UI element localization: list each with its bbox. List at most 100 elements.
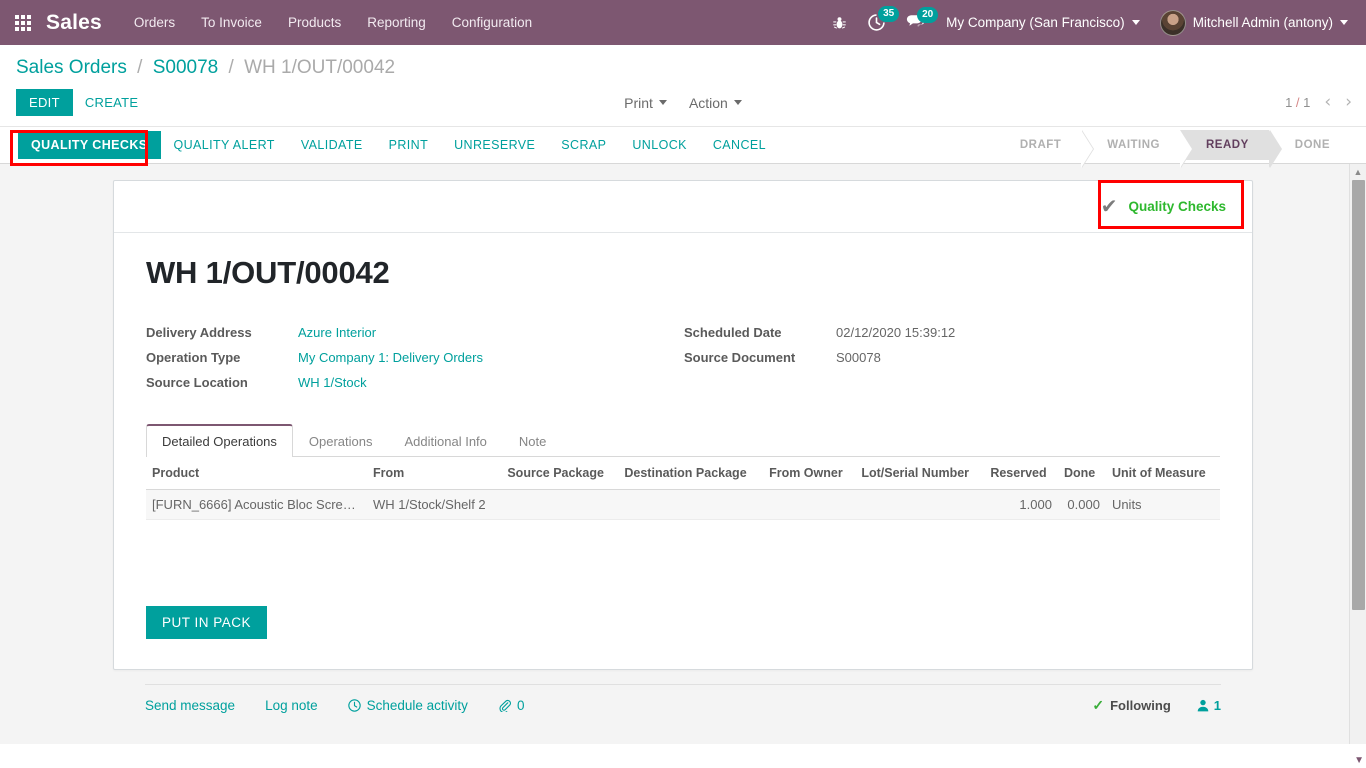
value-delivery-address[interactable]: Azure Interior bbox=[298, 325, 684, 340]
status-pipeline: DRAFT WAITING READY DONE bbox=[999, 127, 1366, 168]
scrap-button[interactable]: SCRAP bbox=[548, 131, 619, 159]
quality-checks-stat-button[interactable]: ✔ Quality Checks bbox=[1089, 191, 1238, 223]
quality-alert-button[interactable]: QUALITY ALERT bbox=[161, 131, 288, 159]
stage-waiting[interactable]: WAITING bbox=[1081, 130, 1193, 168]
following-button[interactable]: ✓ Following bbox=[1092, 697, 1170, 714]
chevron-left-icon[interactable]: ‹ bbox=[1324, 94, 1331, 111]
stage-ready[interactable]: READY bbox=[1180, 130, 1282, 168]
breadcrumb-item-s00078[interactable]: S00078 bbox=[153, 57, 219, 78]
quality-checks-stat-label: Quality Checks bbox=[1128, 199, 1226, 214]
col-unit-of-measure[interactable]: Unit of Measure bbox=[1105, 457, 1220, 490]
unlock-button[interactable]: UNLOCK bbox=[619, 131, 700, 159]
cell-lot-serial[interactable] bbox=[855, 489, 985, 520]
col-done[interactable]: Done bbox=[1057, 457, 1106, 490]
user-menu[interactable]: Mitchell Admin (antony) bbox=[1159, 9, 1348, 36]
pager-counter[interactable]: 1 / 1 bbox=[1285, 95, 1310, 110]
control-panel-dropdowns: Print Action bbox=[0, 95, 1366, 111]
breadcrumb-item-sales-orders[interactable]: Sales Orders bbox=[16, 57, 127, 78]
col-lot-serial-number[interactable]: Lot/Serial Number bbox=[855, 457, 985, 490]
cell-uom[interactable]: Units bbox=[1105, 489, 1220, 520]
cell-done[interactable]: 0.000 bbox=[1057, 489, 1106, 520]
col-from-owner[interactable]: From Owner bbox=[763, 457, 856, 490]
paperclip-icon bbox=[499, 699, 511, 712]
edit-button[interactable]: EDIT bbox=[16, 89, 73, 116]
cell-product[interactable]: [FURN_6666] Acoustic Bloc Scree… bbox=[146, 489, 367, 520]
menu-item-reporting[interactable]: Reporting bbox=[367, 15, 426, 30]
cell-destination-package[interactable] bbox=[618, 489, 764, 520]
grid-apps-icon bbox=[15, 14, 31, 31]
col-destination-package[interactable]: Destination Package bbox=[618, 457, 764, 490]
scroll-down-arrow-icon[interactable]: ▼ bbox=[1354, 755, 1364, 766]
value-scheduled-date[interactable]: 02/12/2020 15:39:12 bbox=[836, 325, 1220, 340]
label-delivery-address: Delivery Address bbox=[146, 325, 252, 340]
cell-from-owner[interactable] bbox=[763, 489, 856, 520]
action-label: Action bbox=[688, 94, 728, 111]
send-message-button[interactable]: Send message bbox=[145, 698, 235, 713]
messages-count-badge: 20 bbox=[917, 7, 939, 23]
log-note-button[interactable]: Log note bbox=[265, 698, 318, 713]
main-menu: Orders To Invoice Products Reporting Con… bbox=[134, 15, 532, 30]
table-empty-space bbox=[146, 520, 1220, 576]
cell-reserved[interactable]: 1.000 bbox=[984, 489, 1058, 520]
apps-menu-toggle[interactable] bbox=[0, 0, 46, 45]
unreserve-button[interactable]: UNRESERVE bbox=[441, 131, 548, 159]
form-scroll-area: ✔ Quality Checks WH 1/OUT/00042 Delivery… bbox=[0, 164, 1366, 744]
create-button[interactable]: CREATE bbox=[73, 89, 151, 116]
user-name: Mitchell Admin (antony) bbox=[1192, 15, 1333, 30]
table-row[interactable]: [FURN_6666] Acoustic Bloc Scree… WH 1/St… bbox=[146, 489, 1220, 520]
menu-item-orders[interactable]: Orders bbox=[134, 15, 175, 30]
cell-source-package[interactable] bbox=[501, 489, 619, 520]
cancel-button[interactable]: CANCEL bbox=[700, 131, 779, 159]
validate-button[interactable]: VALIDATE bbox=[288, 131, 376, 159]
print-dropdown[interactable]: Print bbox=[624, 95, 667, 111]
menu-item-configuration[interactable]: Configuration bbox=[452, 15, 532, 30]
app-brand-title[interactable]: Sales bbox=[46, 11, 102, 35]
scrollbar-thumb[interactable] bbox=[1352, 180, 1365, 610]
control-panel: Sales Orders / S00078 / WH 1/OUT/00042 E… bbox=[0, 45, 1366, 126]
quality-checks-button[interactable]: QUALITY CHECKS bbox=[18, 131, 161, 159]
chevron-down-icon bbox=[1340, 20, 1348, 25]
scroll-up-arrow-icon[interactable]: ▲ bbox=[1350, 164, 1366, 180]
col-from[interactable]: From bbox=[366, 457, 502, 490]
tab-operations[interactable]: Operations bbox=[293, 424, 389, 457]
value-source-location[interactable]: WH 1/Stock bbox=[298, 375, 684, 390]
check-mark-icon: ✔ bbox=[1100, 195, 1118, 218]
cell-from[interactable]: WH 1/Stock/Shelf 2 bbox=[366, 489, 502, 520]
action-dropdown[interactable]: Action bbox=[689, 95, 742, 111]
clock-icon bbox=[347, 699, 361, 712]
put-in-pack-button[interactable]: PUT IN PACK bbox=[146, 606, 268, 639]
company-switcher[interactable]: My Company (San Francisco) bbox=[946, 15, 1140, 30]
pager: 1 / 1 ‹ › bbox=[1285, 94, 1352, 111]
stage-draft[interactable]: DRAFT bbox=[999, 130, 1095, 168]
attachments-button[interactable]: 0 bbox=[498, 698, 525, 713]
followers-button[interactable]: 1 bbox=[1197, 698, 1221, 713]
navbar-right-tools: 35 20 My Company (San Francisco) Mitchel… bbox=[832, 6, 1354, 36]
control-panel-buttons: EDIT CREATE Print Action 1 / 1 ‹ › bbox=[0, 85, 1366, 126]
value-operation-type[interactable]: My Company 1: Delivery Orders bbox=[298, 350, 684, 365]
chatter-toolbar: Send message Log note Schedule activity … bbox=[145, 685, 1221, 724]
follower-count-value: 1 bbox=[1213, 698, 1221, 713]
schedule-activity-button[interactable]: Schedule activity bbox=[347, 698, 468, 713]
value-source-document[interactable]: S00078 bbox=[836, 350, 1220, 365]
col-source-package[interactable]: Source Package bbox=[501, 457, 619, 490]
detailed-operations-table: Product From Source Package Destination … bbox=[146, 457, 1220, 520]
menu-item-to-invoice[interactable]: To Invoice bbox=[201, 15, 262, 30]
activity-menu-button[interactable]: 35 bbox=[867, 6, 900, 32]
chevron-right-icon[interactable]: › bbox=[1345, 94, 1352, 111]
attachment-count: 0 bbox=[516, 698, 525, 713]
vertical-scrollbar[interactable]: ▲ bbox=[1349, 164, 1366, 744]
tab-detailed-operations[interactable]: Detailed Operations bbox=[146, 424, 293, 457]
col-reserved[interactable]: Reserved bbox=[984, 457, 1058, 490]
messaging-menu-button[interactable]: 20 bbox=[906, 7, 939, 31]
print-button[interactable]: PRINT bbox=[376, 131, 442, 159]
following-label: Following bbox=[1110, 698, 1171, 713]
debug-menu-button[interactable] bbox=[832, 15, 847, 31]
menu-item-products[interactable]: Products bbox=[288, 15, 341, 30]
statusbar-buttons: QUALITY CHECKS QUALITY ALERT VALIDATE PR… bbox=[0, 127, 779, 163]
sheet-body: WH 1/OUT/00042 Delivery Address Azure In… bbox=[114, 233, 1252, 669]
tab-note[interactable]: Note bbox=[503, 424, 562, 457]
tab-additional-info[interactable]: Additional Info bbox=[389, 424, 503, 457]
col-product[interactable]: Product bbox=[146, 457, 367, 490]
label-operation-type: Operation Type bbox=[146, 350, 241, 365]
